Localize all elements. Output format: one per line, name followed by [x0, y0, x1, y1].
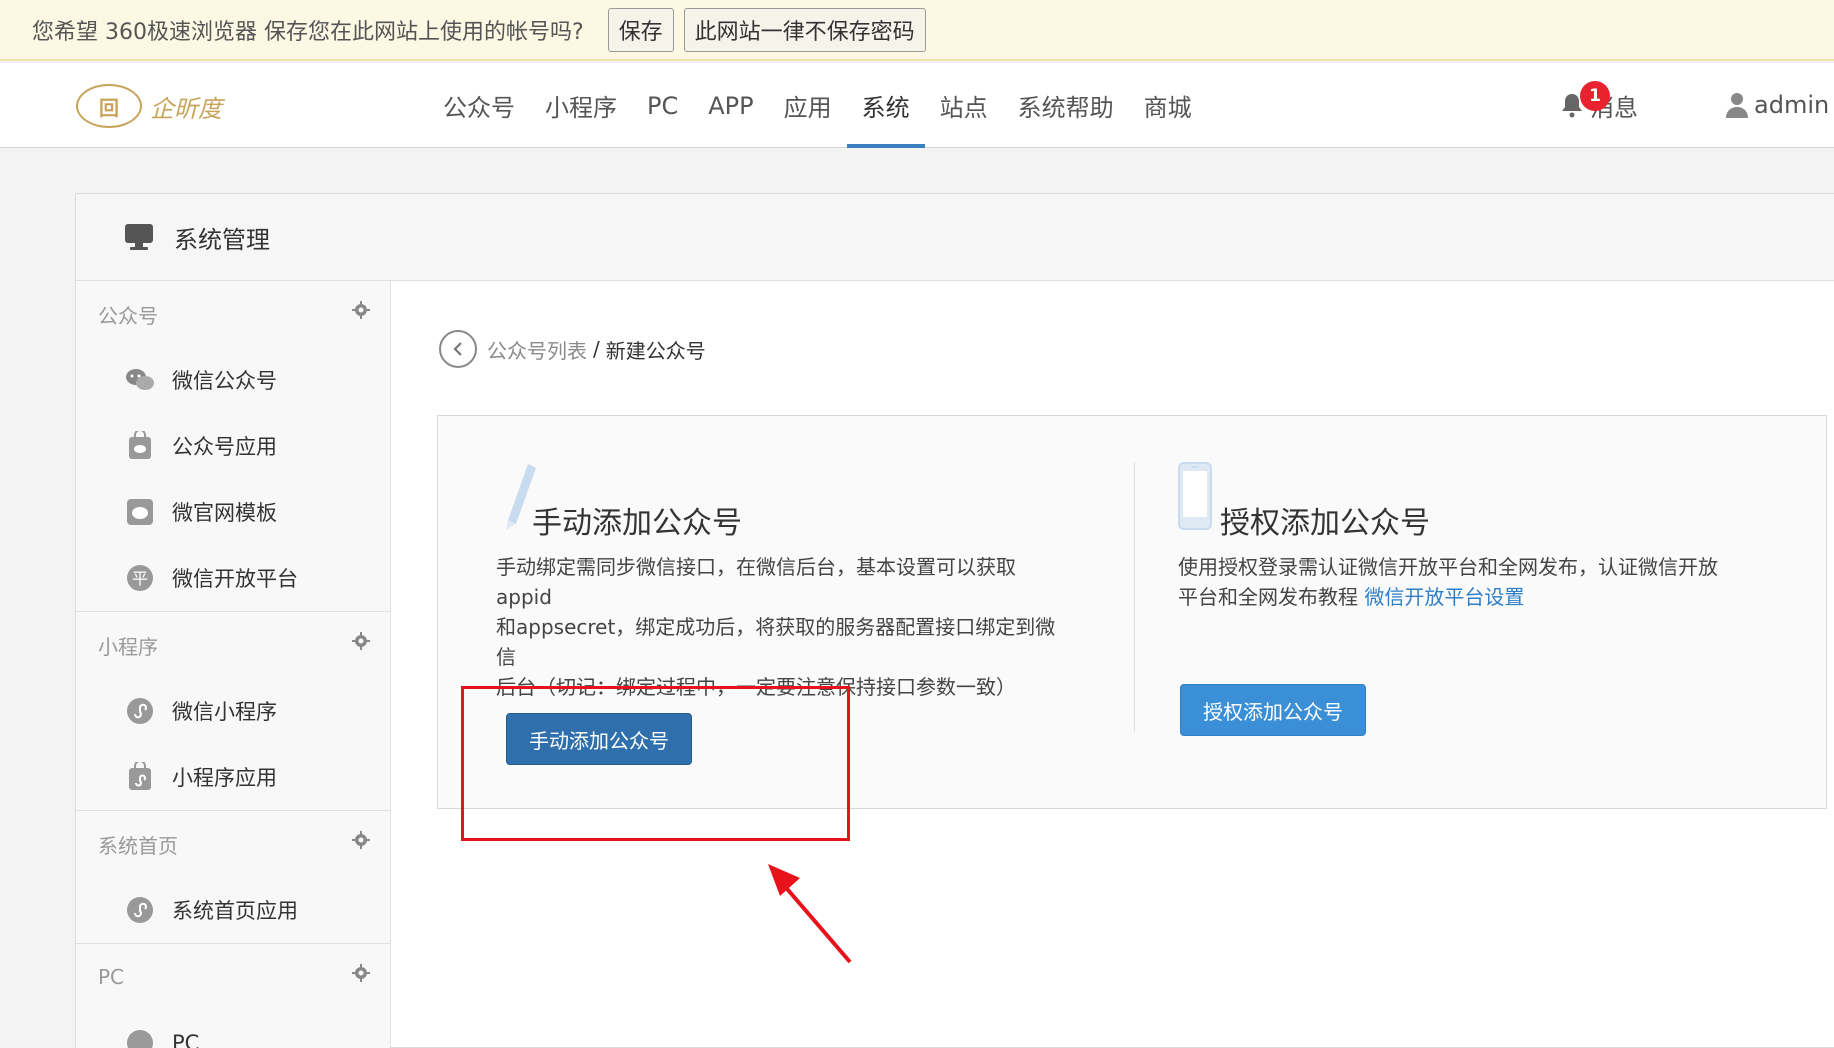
authorize-desc-line-2-text: 平台和全网发布教程: [1178, 585, 1365, 609]
phone-icon: [1178, 462, 1212, 530]
mini-program-app-icon: [124, 761, 156, 793]
nav-item-xitong-bangzhu[interactable]: 系统帮助: [1003, 63, 1129, 148]
wechat-icon: [124, 364, 156, 396]
monitor-icon: [125, 224, 153, 250]
sidebar-item-weixin-gongzhonghao[interactable]: 微信公众号: [76, 347, 390, 413]
gear-icon[interactable]: [352, 632, 370, 650]
svg-text:平: 平: [132, 569, 148, 588]
sidebar-item-weixin-kaifang-pingtai[interactable]: 平 微信开放平台: [76, 545, 390, 611]
nav-item-shangcheng[interactable]: 商城: [1129, 63, 1207, 148]
logo-seal-icon: 回: [76, 84, 142, 128]
nav-item-gongzhonghao[interactable]: 公众号: [428, 63, 530, 148]
sidebar-item-xitong-shouye-yingyong[interactable]: 系统首页应用: [76, 877, 390, 943]
user-name: admin: [1754, 91, 1830, 119]
user-icon: [1726, 93, 1748, 118]
sidebar-item-label: 微信小程序: [172, 700, 277, 724]
logo[interactable]: 回 企昕度: [76, 81, 246, 131]
nav-item-xitong[interactable]: 系统: [846, 63, 925, 148]
sidebar-item-label: 微官网模板: [172, 501, 277, 525]
sidebar-section-pc: PC: [76, 944, 390, 1010]
password-save-message: 您希望 360极速浏览器 保存您在此网站上使用的帐号吗?: [32, 19, 584, 45]
sidebar-item-gongzhonghao-yingyong[interactable]: 公众号应用: [76, 413, 390, 479]
breadcrumb-current: 新建公众号: [605, 338, 706, 363]
highlight-box-annotation: [461, 686, 850, 841]
sidebar-item-label: 小程序应用: [172, 766, 277, 790]
messages-button[interactable]: 1 消息: [1560, 75, 1638, 135]
never-save-password-button[interactable]: 此网站一律不保存密码: [683, 7, 926, 52]
panel-header: 系统管理: [76, 194, 1834, 281]
open-platform-settings-link[interactable]: 微信开放平台设置: [1364, 585, 1524, 609]
authorize-desc-line-1: 使用授权登录需认证微信开放平台和全网发布，认证微信开放: [1178, 555, 1718, 579]
manual-desc-line-1: 手动绑定需同步微信接口，在微信后台，基本设置可以获取appid: [496, 555, 1016, 609]
messages-badge: 1: [1580, 81, 1610, 111]
sidebar-item-xiaochengxu-yingyong[interactable]: 小程序应用: [76, 744, 390, 810]
manual-add-description: 手动绑定需同步微信接口，在微信后台，基本设置可以获取appid 和appsecr…: [496, 552, 1056, 702]
user-menu[interactable]: admin: [1726, 75, 1829, 135]
mini-program-icon: [124, 695, 156, 727]
gear-icon[interactable]: [352, 301, 370, 319]
authorize-desc-line-2: 平台和全网发布教程 微信开放平台设置: [1178, 582, 1778, 612]
logo-text: 企昕度: [150, 94, 222, 123]
sidebar-item-pc[interactable]: PC: [76, 1010, 390, 1048]
authorize-add-description: 使用授权登录需认证微信开放平台和全网发布，认证微信开放 平台和全网发布教程 微信…: [1178, 552, 1778, 612]
top-header: 回 企昕度 公众号 小程序 PC APP 应用 系统 站点 系统帮助 商城 1 …: [0, 63, 1834, 148]
gear-icon[interactable]: [352, 831, 370, 849]
nav-item-yingyong[interactable]: 应用: [769, 63, 847, 148]
sidebar: 公众号 微信公众号 公众号应用 微官网模板 平 微信开放平台 小程序 微信小程序…: [76, 281, 391, 1048]
nav-item-zhandian[interactable]: 站点: [925, 63, 1003, 148]
authorize-add-title: 授权添加公众号: [1220, 506, 1430, 541]
sidebar-section-title: 小程序: [98, 634, 158, 659]
back-button[interactable]: [439, 330, 477, 368]
home-app-icon: [124, 894, 156, 926]
manual-add-title: 手动添加公众号: [532, 506, 742, 541]
breadcrumb-separator: /: [593, 337, 600, 361]
sidebar-section-title: PC: [98, 965, 125, 989]
sidebar-item-weixin-xiaochengxu[interactable]: 微信小程序: [76, 678, 390, 744]
sidebar-item-label: 微信公众号: [172, 369, 277, 393]
app-bag-icon: [124, 430, 156, 462]
sidebar-section-gongzhonghao: 公众号: [76, 281, 390, 347]
sidebar-item-label: PC: [172, 1031, 200, 1048]
breadcrumb-parent-link[interactable]: 公众号列表: [487, 335, 587, 364]
sidebar-item-label: 公众号应用: [172, 435, 277, 459]
nav-item-xiaochengxu[interactable]: 小程序: [530, 63, 632, 148]
panel-title: 系统管理: [174, 225, 270, 254]
sidebar-item-label: 系统首页应用: [172, 899, 298, 923]
nav-item-pc[interactable]: PC: [632, 63, 693, 148]
column-divider: [1134, 462, 1135, 732]
template-icon: [124, 496, 156, 528]
sidebar-section-xiaochengxu: 小程序: [76, 612, 390, 678]
breadcrumb: 公众号列表 / 新建公众号: [439, 330, 706, 368]
manual-desc-line-2: 和appsecret，绑定成功后，将获取的服务器配置接口绑定到微信: [496, 615, 1056, 669]
pc-icon: [124, 1027, 156, 1048]
sidebar-item-weiguanwang-muban[interactable]: 微官网模板: [76, 479, 390, 545]
password-save-bar: 您希望 360极速浏览器 保存您在此网站上使用的帐号吗? 保存 此网站一律不保存…: [0, 0, 1834, 61]
save-password-button[interactable]: 保存: [607, 7, 674, 52]
sidebar-section-xitong-shouye: 系统首页: [76, 811, 390, 877]
chevron-left-icon: [453, 342, 462, 356]
main-nav: 公众号 小程序 PC APP 应用 系统 站点 系统帮助 商城: [428, 63, 1207, 148]
sidebar-item-label: 微信开放平台: [172, 567, 298, 591]
platform-icon: 平: [124, 562, 156, 594]
sidebar-section-title: 系统首页: [98, 833, 178, 858]
sidebar-section-title: 公众号: [98, 303, 158, 328]
authorize-add-button[interactable]: 授权添加公众号: [1180, 684, 1366, 736]
gear-icon[interactable]: [352, 964, 370, 982]
red-arrow-annotation: [768, 864, 852, 964]
nav-item-app[interactable]: APP: [693, 63, 768, 148]
